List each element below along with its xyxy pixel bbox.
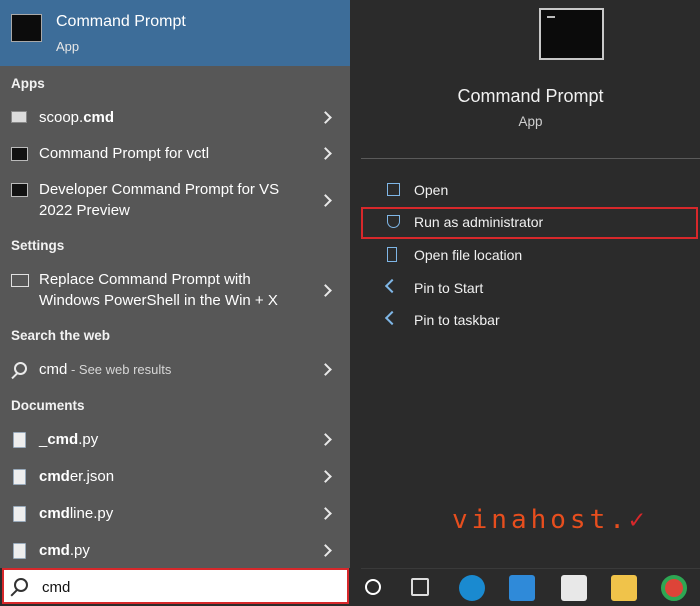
search-icon (14, 578, 28, 592)
chevron-right-icon[interactable] (319, 433, 332, 446)
web-query: cmd (39, 361, 68, 378)
doc-match: cmd (39, 468, 70, 485)
list-item-label-line1: Replace Command Prompt with (39, 271, 251, 288)
python-file-icon (13, 543, 26, 559)
list-item-scoop-cmd[interactable]: scoop.cmd (0, 106, 350, 130)
powershell-settings-icon (11, 274, 29, 287)
action-label: Pin to taskbar (414, 312, 500, 328)
best-match-subtitle: App (56, 39, 80, 54)
list-item-label-line2: Windows PowerShell in the Win + X (39, 292, 278, 309)
store-icon[interactable] (561, 575, 587, 601)
doc-match: cmd (47, 431, 79, 448)
list-item-document[interactable]: cmder.json (0, 465, 350, 489)
section-apps: Apps (11, 76, 45, 91)
chevron-right-icon[interactable] (319, 111, 332, 124)
watermark-text: vinahost. (452, 505, 629, 535)
list-item-label-line1: Developer Command Prompt for VS (39, 181, 280, 198)
list-item-document[interactable]: cmdline.py (0, 502, 350, 526)
command-prompt-icon (11, 14, 42, 42)
doc-suffix: .py (78, 431, 99, 448)
action-label: Open (414, 182, 449, 198)
chevron-right-icon[interactable] (319, 507, 332, 520)
doc-match: cmd (39, 542, 70, 559)
json-file-icon (13, 469, 26, 485)
search-circle-icon[interactable] (365, 579, 381, 595)
doc-match: cmd (39, 505, 70, 522)
chevron-right-icon[interactable] (319, 284, 332, 297)
web-suffix: - See web results (67, 362, 172, 377)
list-item-replace-command-prompt[interactable]: Replace Command Prompt with Windows Powe… (0, 270, 350, 312)
list-item-label: Command Prompt for vctl (39, 145, 210, 162)
list-item-document[interactable]: cmd.py (0, 539, 350, 563)
python-file-icon (13, 506, 26, 522)
pin-icon (384, 310, 400, 326)
chrome-icon[interactable] (661, 575, 687, 601)
action-label: Open file location (414, 247, 523, 263)
action-label: Run as administrator (414, 214, 544, 230)
doc-suffix: er.json (69, 468, 115, 485)
label-prefix: scoop. (39, 109, 84, 126)
doc-suffix: line.py (69, 505, 114, 522)
action-run-as-administrator[interactable]: Run as administrator (361, 207, 698, 239)
label-match: cmd (83, 109, 115, 126)
doc-suffix: .py (69, 542, 90, 559)
detail-pane: Command Prompt App Open Run as administr… (361, 0, 700, 568)
list-item-web-search[interactable]: cmd - See web results (0, 358, 350, 382)
shield-icon (387, 215, 400, 228)
action-open[interactable]: Open (361, 175, 700, 205)
list-item-command-prompt-vctl[interactable]: Command Prompt for vctl (0, 142, 350, 166)
section-settings: Settings (11, 238, 65, 253)
cmd-icon (11, 183, 28, 197)
search-results-pane: Command Prompt App Apps scoop.cmd Comman… (0, 0, 350, 568)
search-box[interactable] (2, 568, 349, 604)
chevron-right-icon[interactable] (319, 363, 332, 376)
action-pin-to-taskbar[interactable]: Pin to taskbar (361, 305, 700, 335)
search-input[interactable] (42, 577, 332, 597)
action-label: Pin to Start (414, 280, 484, 296)
open-icon (387, 183, 400, 196)
list-item-document[interactable]: _cmd.py (0, 428, 350, 452)
list-item-label-line2: 2022 Preview (39, 202, 130, 219)
pin-icon (384, 278, 400, 294)
action-pin-to-start[interactable]: Pin to Start (361, 273, 700, 303)
divider (361, 158, 700, 159)
best-match-command-prompt[interactable]: Command Prompt App (0, 0, 350, 66)
search-icon (14, 362, 27, 375)
file-explorer-icon[interactable] (611, 575, 637, 601)
scoop-icon (11, 111, 27, 123)
best-match-title: Command Prompt (56, 13, 186, 30)
mail-icon[interactable] (509, 575, 535, 601)
detail-subtitle: App (518, 114, 543, 129)
section-search-web: Search the web (11, 328, 111, 343)
action-open-file-location[interactable]: Open file location (361, 240, 700, 270)
section-documents: Documents (11, 398, 85, 413)
chevron-right-icon[interactable] (319, 470, 332, 483)
task-view-icon[interactable] (411, 578, 429, 596)
python-file-icon (13, 432, 26, 448)
chevron-right-icon[interactable] (319, 147, 332, 160)
cmd-icon (11, 147, 28, 161)
file-location-icon (387, 247, 397, 262)
list-item-developer-command-prompt[interactable]: Developer Command Prompt for VS 2022 Pre… (0, 180, 350, 222)
chevron-right-icon[interactable] (319, 544, 332, 557)
taskbar (361, 568, 700, 606)
chevron-right-icon[interactable] (319, 194, 332, 207)
detail-title: Command Prompt (457, 86, 604, 106)
command-prompt-icon (539, 8, 604, 60)
edge-icon[interactable] (459, 575, 485, 601)
watermark-logo: vinahost.✓ (452, 505, 649, 535)
